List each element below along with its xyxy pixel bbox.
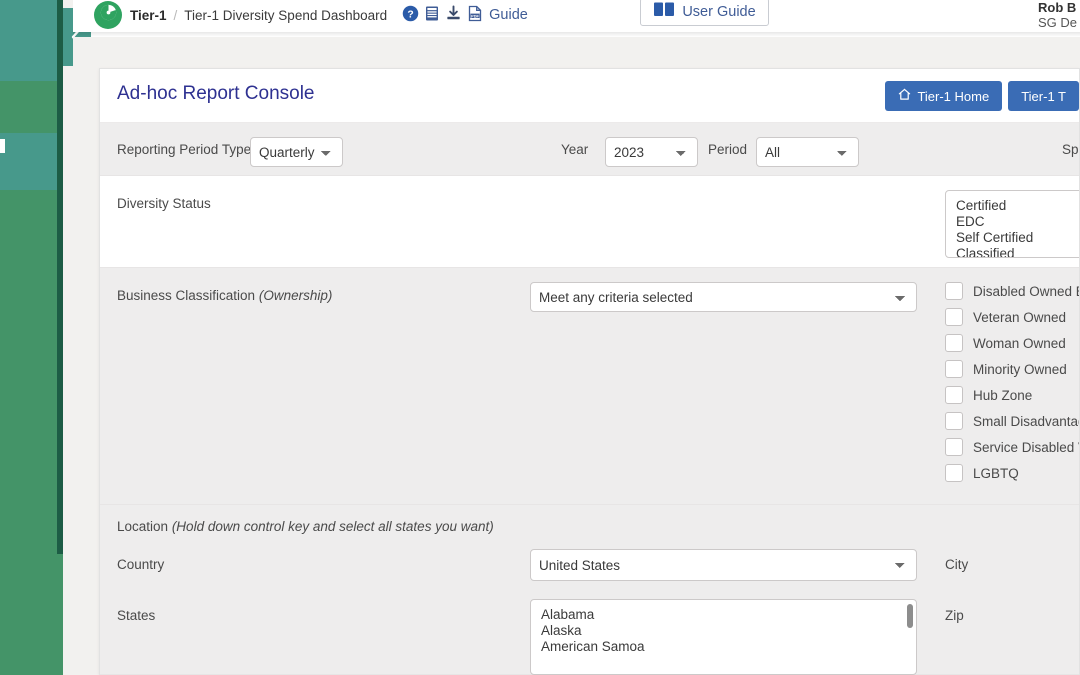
card-header: Ad-hoc Report Console Tier-1 Home Tier-1… <box>100 69 1079 123</box>
period-label: Period <box>708 142 747 157</box>
diversity-status-listbox[interactable]: Certified EDC Self Certified Classified … <box>945 190 1080 258</box>
list-item[interactable]: EDC <box>946 214 1080 230</box>
checkbox-lgbtq[interactable] <box>945 464 963 482</box>
list-item[interactable]: Self Certified <box>946 230 1080 246</box>
user-name: Rob B <box>1038 0 1080 15</box>
header-icon-group: ? PDF Guide <box>402 5 528 25</box>
open-book-icon <box>653 1 675 23</box>
guide-link[interactable]: Guide <box>489 7 528 23</box>
states-listbox[interactable]: Alabama Alaska American Samoa <box>530 599 917 675</box>
checkbox-label: Veteran Owned <box>973 310 1066 325</box>
checkbox-service-disabled-veteran[interactable] <box>945 438 963 456</box>
diversity-status-section: Diversity Status Certified EDC Self Cert… <box>100 176 1079 268</box>
checkbox-woman-owned[interactable] <box>945 334 963 352</box>
breadcrumb-current: Tier-1 Diversity Spend Dashboard <box>184 8 387 23</box>
tier1-home-label: Tier-1 Home <box>917 89 989 104</box>
user-guide-button[interactable]: User Guide <box>640 0 769 26</box>
checkbox-row-lgbtq[interactable]: LGBTQ <box>945 460 1080 486</box>
country-select[interactable]: United States <box>530 549 917 581</box>
checkbox-small-disadvantaged[interactable] <box>945 412 963 430</box>
zip-label: Zip <box>945 608 964 623</box>
download-icon[interactable] <box>445 5 462 25</box>
business-classification-label: Business Classification (Ownership) <box>117 288 332 303</box>
checkbox-row-disabled-owned[interactable]: Disabled Owned Bu <box>945 278 1080 304</box>
list-item[interactable]: American Samoa <box>531 639 916 655</box>
reporting-period-section: Reporting Period Type Quarterly Year 202… <box>100 123 1079 176</box>
checkbox-row-woman-owned[interactable]: Woman Owned <box>945 330 1080 356</box>
home-icon <box>898 88 911 104</box>
checkbox-row-small-disadvantaged[interactable]: Small Disadvantage <box>945 408 1080 434</box>
pdf-file-icon[interactable]: PDF <box>467 5 483 25</box>
checkbox-row-service-disabled-veteran[interactable]: Service Disabled Ve <box>945 434 1080 460</box>
user-info[interactable]: Rob B SG De <box>1036 0 1080 31</box>
left-sidebar <box>0 0 57 675</box>
business-classification-text: Business Classification <box>117 288 255 303</box>
checkbox-label: Woman Owned <box>973 336 1066 351</box>
sidebar-gutter <box>63 0 73 675</box>
list-item[interactable]: Alabama <box>531 607 916 623</box>
tier1-secondary-button[interactable]: Tier-1 T <box>1008 81 1079 111</box>
checkbox-row-hub-zone[interactable]: Hub Zone <box>945 382 1080 408</box>
criteria-select[interactable]: Meet any criteria selected <box>530 282 917 312</box>
checkbox-label: Hub Zone <box>973 388 1032 403</box>
checkbox-row-veteran-owned[interactable]: Veteran Owned <box>945 304 1080 330</box>
list-item[interactable]: Alaska <box>531 623 916 639</box>
location-subtext: (Hold down control key and select all st… <box>172 519 494 534</box>
business-classification-subtext: (Ownership) <box>259 288 333 303</box>
breadcrumb-separator: / <box>174 8 178 23</box>
svg-text:?: ? <box>407 9 413 20</box>
sidebar-band-1[interactable] <box>0 0 57 81</box>
diversity-status-label: Diversity Status <box>117 196 211 211</box>
checkbox-minority-owned[interactable] <box>945 360 963 378</box>
year-select[interactable]: 2023 <box>605 137 698 167</box>
checkbox-label: Small Disadvantage <box>973 414 1080 429</box>
question-circle-icon[interactable]: ? <box>402 5 419 25</box>
sidebar-band-2[interactable] <box>0 81 57 133</box>
location-label: Location (Hold down control key and sele… <box>117 519 494 534</box>
location-text: Location <box>117 519 168 534</box>
checkbox-label: Minority Owned <box>973 362 1067 377</box>
list-item[interactable]: Classified <box>946 246 1080 258</box>
states-label: States <box>117 608 155 623</box>
svg-text:PDF: PDF <box>471 13 479 18</box>
report-console-card: Ad-hoc Report Console Tier-1 Home Tier-1… <box>99 68 1080 675</box>
states-scrollbar-thumb[interactable] <box>907 604 913 628</box>
sidebar-band-3[interactable] <box>0 133 57 190</box>
list-item[interactable]: Certified <box>946 198 1080 214</box>
business-classification-section: Business Classification (Ownership) Meet… <box>100 268 1079 505</box>
spend-type-label: Spe <box>1062 142 1080 157</box>
checkbox-label: LGBTQ <box>973 466 1019 481</box>
checkbox-hub-zone[interactable] <box>945 386 963 404</box>
period-select[interactable]: All <box>756 137 859 167</box>
sidebar-active-indicator <box>0 139 5 153</box>
tier1-secondary-label: Tier-1 T <box>1021 89 1066 104</box>
country-label: Country <box>117 557 164 572</box>
ownership-checkbox-group: Disabled Owned Bu Veteran Owned Woman Ow… <box>945 278 1080 486</box>
book-icon[interactable] <box>424 5 440 25</box>
checkbox-veteran-owned[interactable] <box>945 308 963 326</box>
user-org: SG De <box>1038 15 1080 31</box>
breadcrumb: Tier-1 / Tier-1 Diversity Spend Dashboar… <box>130 3 528 27</box>
breadcrumb-root[interactable]: Tier-1 <box>130 8 167 23</box>
sidebar-band-4[interactable] <box>0 190 57 675</box>
card-header-buttons: Tier-1 Home Tier-1 T <box>885 81 1079 111</box>
reporting-period-type-select[interactable]: Quarterly <box>250 137 343 167</box>
checkbox-label: Disabled Owned Bu <box>973 284 1080 299</box>
location-section: Location (Hold down control key and sele… <box>100 505 1079 675</box>
page-title: Ad-hoc Report Console <box>117 83 315 105</box>
reporting-period-type-label: Reporting Period Type <box>117 142 251 157</box>
checkbox-label: Service Disabled Ve <box>973 440 1080 455</box>
city-label: City <box>945 557 968 572</box>
year-label: Year <box>561 142 588 157</box>
checkbox-disabled-owned[interactable] <box>945 282 963 300</box>
user-guide-label: User Guide <box>682 4 755 20</box>
brand-logo[interactable] <box>94 1 122 29</box>
tier1-home-button[interactable]: Tier-1 Home <box>885 81 1002 111</box>
checkbox-row-minority-owned[interactable]: Minority Owned <box>945 356 1080 382</box>
pie-chart-logo-icon <box>100 4 117 26</box>
